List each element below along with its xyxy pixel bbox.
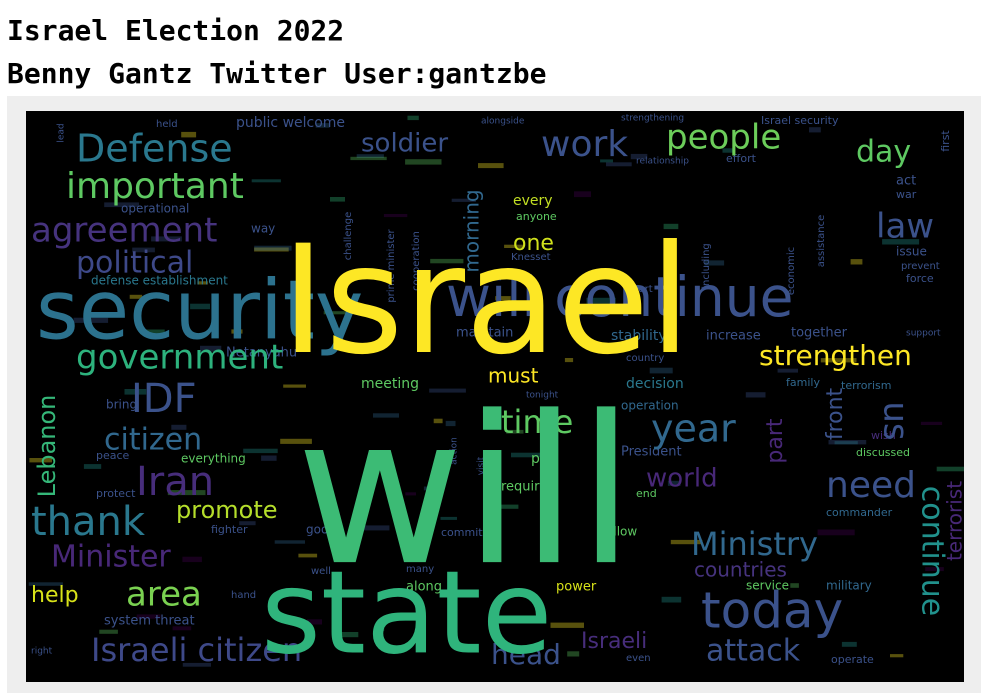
wordcloud-word: people	[666, 118, 781, 158]
wordcloud-word: right	[31, 647, 53, 657]
wordcloud-word: continue	[915, 486, 950, 616]
wordcloud-word: fighter	[211, 523, 248, 536]
filler-word-mark	[261, 455, 277, 461]
wordcloud-word: citizen	[104, 423, 202, 458]
wordcloud-word: system threat	[104, 614, 195, 629]
wordcloud-word: increase	[706, 329, 761, 344]
wordcloud-word: lead	[57, 123, 67, 142]
filler-word-mark	[890, 654, 904, 658]
filler-word-mark	[745, 392, 766, 398]
wordcloud-canvas: strengtheningalongsideleadsupportvisitto…	[28, 114, 964, 681]
wordcloud-word: alongside	[481, 117, 525, 127]
filler-word-mark	[550, 622, 584, 628]
wordcloud-word: front	[823, 387, 848, 440]
wordcloud-word: support	[906, 329, 941, 339]
wordcloud-word: hand	[231, 590, 256, 601]
wordcloud-word: thank	[31, 499, 146, 545]
wordcloud-word: strengthen	[759, 339, 912, 372]
wordcloud-word: prevent	[901, 261, 940, 272]
wordcloud-word: today	[701, 582, 843, 640]
filler-word-mark	[920, 421, 943, 425]
page-subtitle: Benny Gantz Twitter User:gantzbe	[7, 57, 547, 90]
wordcloud-word: even	[626, 653, 651, 664]
wordcloud-word: IDF	[131, 376, 197, 422]
wordcloud-word: Iran	[136, 459, 214, 505]
filler-word-mark	[243, 448, 278, 454]
wordcloud-word: terrorism	[841, 379, 891, 392]
wordcloud-word: day	[856, 135, 911, 170]
wordcloud-word: help	[31, 583, 79, 608]
filler-word-mark	[330, 197, 345, 202]
wordcloud-word: assistance	[816, 215, 827, 268]
wordcloud-word: world	[646, 464, 718, 494]
filler-word-mark	[661, 596, 682, 603]
wordcloud-word: part	[763, 418, 788, 463]
filler-word-mark	[574, 191, 591, 198]
wordcloud-word: soldier	[361, 129, 448, 159]
filler-word-mark	[405, 159, 442, 165]
wordcloud-image: strengthening alongside lead support visit to…	[26, 111, 964, 682]
filler-word-mark	[817, 529, 855, 536]
wordcloud-word: issue	[896, 245, 927, 259]
wordcloud-word: commander	[826, 506, 893, 519]
filler-word-mark	[567, 651, 580, 657]
wordcloud-word: Lebanon	[33, 395, 61, 498]
wordcloud-word: need	[826, 465, 916, 506]
wordcloud-word: public welcome	[236, 115, 345, 131]
wordcloud-word: us	[876, 401, 916, 440]
filler-word-mark	[841, 641, 857, 647]
filler-word-mark	[407, 115, 419, 121]
wordcloud-word: will	[296, 373, 635, 611]
wordcloud-word: discussed	[856, 446, 910, 459]
filler-word-mark	[936, 466, 964, 472]
wordcloud-word: law	[876, 207, 934, 247]
wordcloud-word: family	[786, 376, 820, 389]
wordcloud-word: important	[66, 166, 244, 207]
filler-word-mark	[478, 163, 504, 169]
wordcloud-word: way	[251, 222, 275, 236]
filler-word-mark	[83, 464, 102, 469]
wordcloud-word: Israel	[281, 214, 691, 388]
wordcloud-word: relationship	[636, 157, 689, 167]
wordcloud-word: year	[651, 407, 736, 451]
wordcloud-word: operate	[831, 653, 874, 666]
wordcloud-word: act	[896, 174, 916, 189]
wordcloud-word: agreement	[31, 211, 217, 251]
filler-word-mark	[251, 179, 281, 183]
filler-word-mark	[182, 556, 202, 563]
wordcloud-word: every	[513, 193, 553, 209]
wordcloud-word: force	[906, 272, 934, 285]
wordcloud-word: Israeli	[581, 629, 647, 654]
filler-word-mark	[809, 127, 821, 133]
page-title: Israel Election 2022	[7, 14, 345, 47]
wordcloud-word: war	[896, 188, 917, 201]
wordcloud-word: first	[939, 130, 952, 152]
wordcloud-word: Ministry	[691, 525, 818, 563]
filler-word-mark	[850, 259, 863, 265]
wordcloud-word: area	[126, 575, 202, 615]
wordcloud-word: work	[541, 124, 628, 165]
wordcloud-word: Defense	[76, 127, 233, 171]
